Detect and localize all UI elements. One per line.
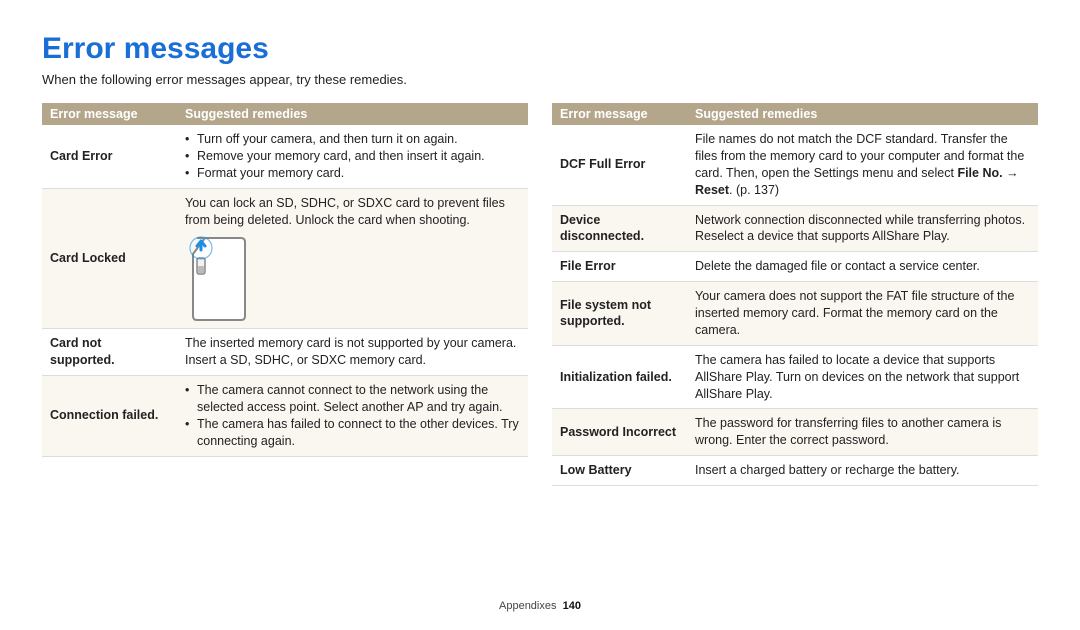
error-table-right: Error message Suggested remedies DCF Ful… [552, 103, 1038, 486]
remedy-cell: The camera has failed to locate a device… [687, 345, 1038, 409]
remedy-cell: Turn off your camera, and then turn it o… [177, 125, 528, 188]
error-name: Connection failed. [42, 376, 177, 457]
remedy-cell: Your camera does not support the FAT fil… [687, 282, 1038, 346]
header-remedy: Suggested remedies [177, 103, 528, 125]
error-name: Initialization failed. [552, 345, 687, 409]
remedy-cell: The password for transferring files to a… [687, 409, 1038, 456]
remedy-cell: The inserted memory card is not supporte… [177, 329, 528, 376]
remedy-list: The camera cannot connect to the network… [185, 382, 520, 450]
error-name: DCF Full Error [552, 125, 687, 205]
table-row: File system not supported.Your camera do… [552, 282, 1038, 346]
table-row: Connection failed.The camera cannot conn… [42, 376, 528, 457]
manual-page: Error messages When the following error … [0, 0, 1080, 630]
remedy-item: The camera has failed to connect to the … [185, 416, 520, 450]
remedy-text: Your camera does not support the FAT fil… [695, 289, 1014, 337]
error-name: Card Error [42, 125, 177, 188]
error-name: Card not supported. [42, 329, 177, 376]
table-row: Device disconnected. Network connection d… [552, 205, 1038, 252]
remedy-item: The camera cannot connect to the network… [185, 382, 520, 416]
table-row: File Error Delete the damaged file or con… [552, 252, 1038, 282]
remedy-cell: Network connection disconnected while tr… [687, 205, 1038, 252]
table-row: Card Error Turn off your camera, and then… [42, 125, 528, 188]
remedy-item: Format your memory card. [185, 165, 520, 182]
columns: Error message Suggested remedies Card Er… [42, 103, 1038, 486]
remedy-text: The password for transferring files to a… [695, 416, 1001, 447]
remedy-cell: File names do not match the DCF standard… [687, 125, 1038, 205]
header-remedy: Suggested remedies [687, 103, 1038, 125]
error-name: File system not supported. [552, 282, 687, 346]
remedy-item: Remove your memory card, and then insert… [185, 148, 520, 165]
remedy-text: Network connection disconnected while tr… [695, 213, 1025, 244]
footer-page-number: 140 [563, 600, 581, 612]
error-name: Card Locked [42, 188, 177, 329]
error-name: Device disconnected. [552, 205, 687, 252]
remedy-text: Insert a charged battery or recharge the… [695, 463, 960, 477]
table-row: DCF Full ErrorFile names do not match th… [552, 125, 1038, 205]
remedy-text: The inserted memory card is not supporte… [185, 336, 516, 367]
table-row: Card Locked You can lock an SD, SDHC, or … [42, 188, 528, 329]
header-error: Error message [552, 103, 687, 125]
left-column: Error message Suggested remedies Card Er… [42, 103, 528, 486]
error-name: File Error [552, 252, 687, 282]
intro-text: When the following error messages appear… [42, 72, 1038, 87]
table-row: Card not supported. The inserted memory c… [42, 329, 528, 376]
remedy-list: Turn off your camera, and then turn it o… [185, 131, 520, 182]
sd-card-icon [185, 236, 520, 322]
remedy-text: Delete the damaged file or contact a ser… [695, 259, 980, 273]
remedy-text: The camera has failed to locate a device… [695, 353, 1019, 401]
error-name: Low Battery [552, 456, 687, 486]
remedy-cell: You can lock an SD, SDHC, or SDXC card t… [177, 188, 528, 329]
error-name: Password Incorrect [552, 409, 687, 456]
remedy-cell: Insert a charged battery or recharge the… [687, 456, 1038, 486]
page-title: Error messages [42, 32, 1038, 66]
footer-section: Appendixes [499, 600, 557, 612]
remedy-text: File names do not match the DCF standard… [695, 132, 1024, 197]
table-row: Low Battery Insert a charged battery or r… [552, 456, 1038, 486]
remedy-item: Turn off your camera, and then turn it o… [185, 131, 520, 148]
page-footer: Appendixes 140 [0, 600, 1080, 612]
right-column: Error message Suggested remedies DCF Ful… [552, 103, 1038, 486]
header-error: Error message [42, 103, 177, 125]
remedy-cell: Delete the damaged file or contact a ser… [687, 252, 1038, 282]
table-row: Initialization failed.The camera has fai… [552, 345, 1038, 409]
remedy-cell: The camera cannot connect to the network… [177, 376, 528, 457]
error-table-left: Error message Suggested remedies Card Er… [42, 103, 528, 457]
table-row: Password Incorrect The password for trans… [552, 409, 1038, 456]
remedy-text: You can lock an SD, SDHC, or SDXC card t… [185, 196, 505, 227]
